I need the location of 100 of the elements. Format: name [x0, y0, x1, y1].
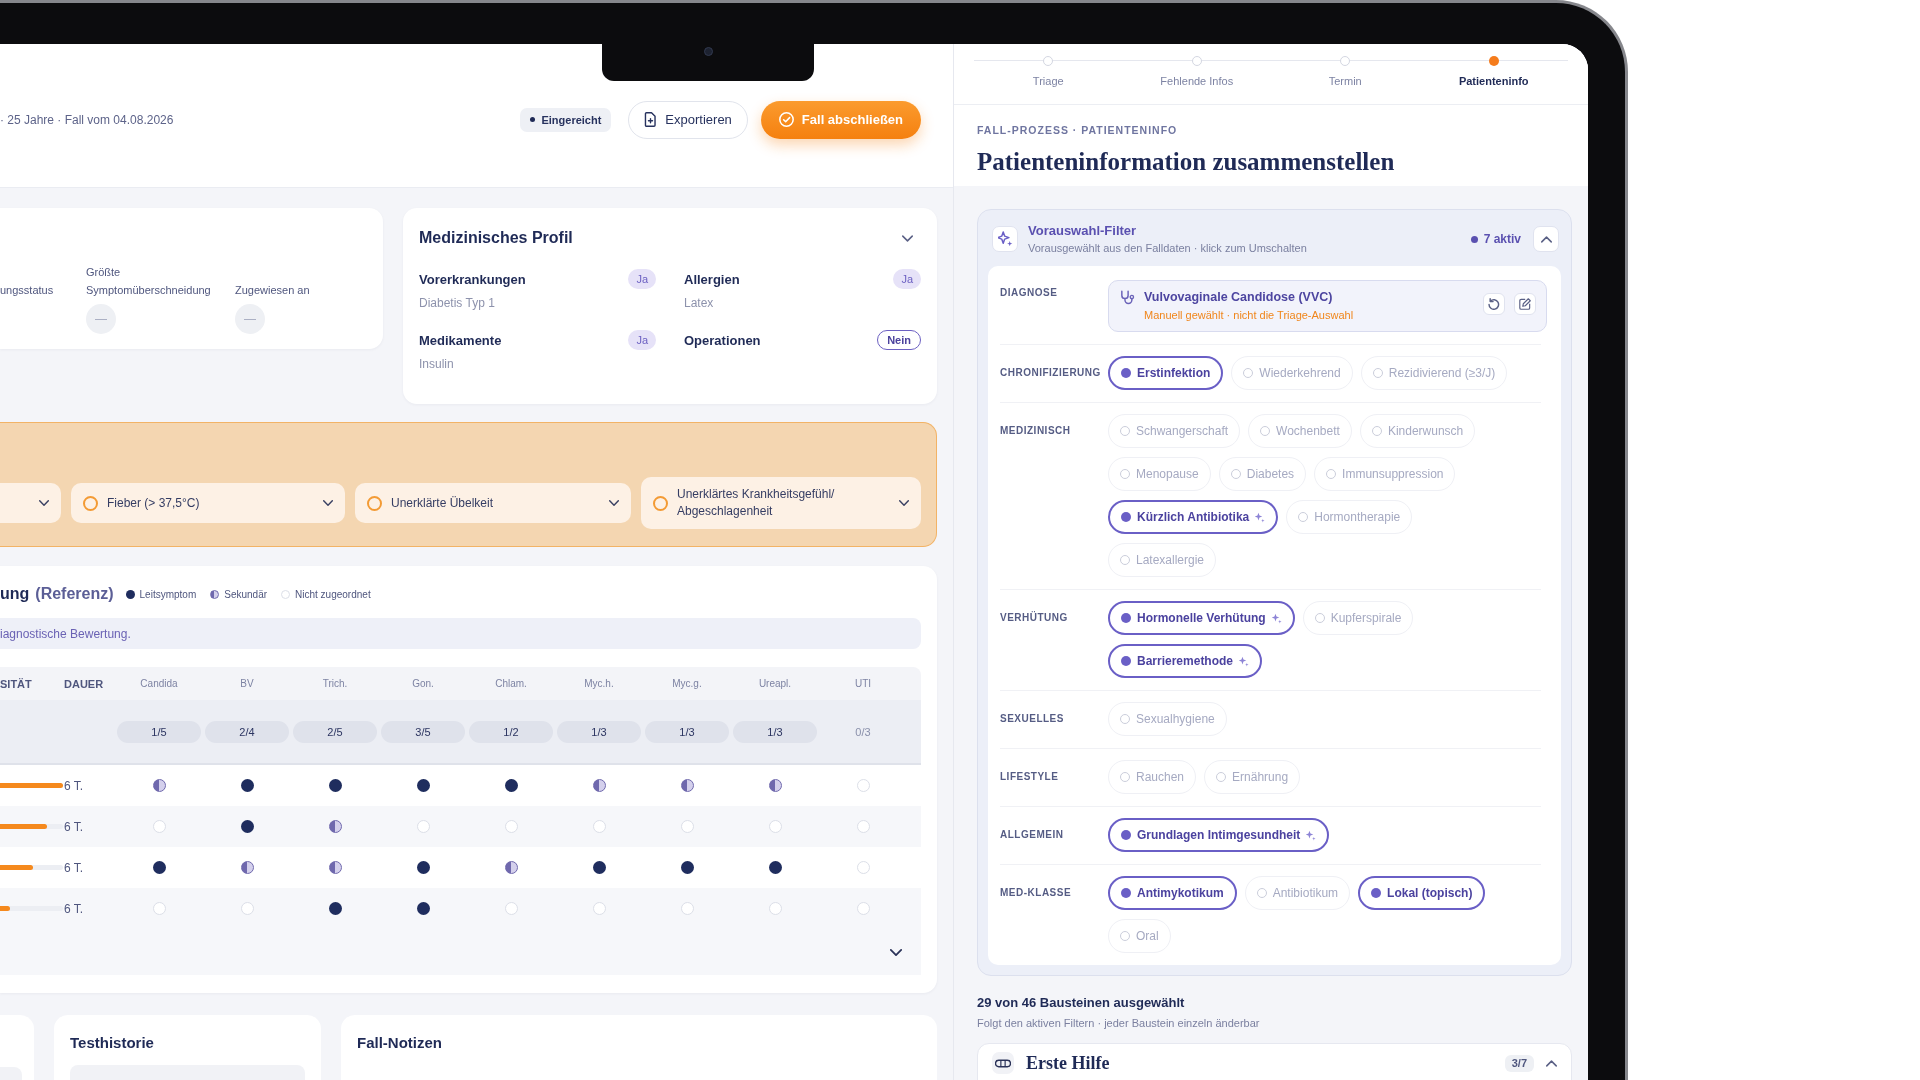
step-tab[interactable]: Triage — [1032, 44, 1064, 104]
step-tab[interactable]: Termin — [1328, 44, 1362, 104]
empty-circle-icon — [416, 820, 430, 833]
symptom-dropdown[interactable]: Fieber (> 37,5°C) — [71, 483, 345, 523]
step-tab[interactable]: Patienteninfo — [1458, 44, 1529, 104]
column-header: Chlam. — [495, 678, 527, 689]
half-dot-icon — [504, 861, 518, 874]
filter-chip[interactable]: Oral — [1108, 919, 1171, 953]
column-header: Myc.g. — [672, 678, 702, 689]
half-dot-icon — [328, 861, 342, 874]
empty-circle-icon — [856, 861, 870, 874]
score-pill: 1/3 — [557, 720, 641, 743]
filter-chip[interactable]: Hormonelle Verhütung — [1108, 601, 1295, 635]
symptom-dropdown[interactable]: Unerklärte Übelkeit — [355, 483, 631, 523]
filter-chip[interactable]: Lokal (topisch) — [1358, 876, 1486, 910]
step-dot-icon — [1340, 56, 1351, 66]
filter-chip[interactable]: Kupferspirale — [1302, 601, 1414, 635]
step-dot-icon — [1191, 56, 1202, 66]
filter-chip[interactable]: Immunsuppression — [1314, 457, 1456, 491]
empty-circle-icon — [856, 779, 870, 792]
section-title: Erste Hilfe — [1026, 1052, 1111, 1072]
filter-chip[interactable]: Kinderwunsch — [1359, 414, 1476, 448]
step-tab[interactable]: Fehlende Infos — [1160, 44, 1234, 104]
filter-chip[interactable]: Latexallergie — [1108, 543, 1217, 577]
empty-circle-icon — [152, 820, 166, 833]
half-dot-icon — [328, 820, 342, 833]
filled-dot-icon — [125, 589, 135, 599]
field-label: Allergien — [684, 271, 740, 287]
radio-dot-icon — [1371, 888, 1382, 898]
radio-dot-icon — [1121, 656, 1131, 666]
filter-chip[interactable]: Schwangerschaft — [1108, 414, 1241, 448]
empty-circle-icon — [504, 820, 518, 833]
value-chip: — — [86, 304, 116, 334]
filled-dot-icon — [416, 779, 430, 792]
filter-chip[interactable]: Barrieremethode — [1108, 644, 1263, 678]
score-pill: 2/4 — [205, 720, 289, 743]
filter-chip[interactable]: Wiederkehrend — [1231, 356, 1353, 390]
filter-chip[interactable]: Menopause — [1108, 457, 1211, 491]
column-header: Trich. — [322, 678, 348, 689]
filter-chip[interactable]: Antimykotikum — [1108, 876, 1237, 910]
column-header: SITÄT — [0, 677, 32, 690]
half-dot-icon — [240, 861, 254, 874]
filter-chip[interactable]: Rezidivierend (≥3/J) — [1360, 356, 1508, 390]
field-label: Vorerkrankungen — [419, 271, 526, 287]
column-header: BV — [240, 678, 254, 689]
empty-circle-icon — [856, 902, 870, 915]
filled-dot-icon — [328, 779, 342, 792]
radio-dot-icon — [1121, 888, 1131, 898]
empty-circle-icon — [680, 820, 694, 833]
chevron-down-icon — [609, 500, 619, 506]
active-count: 7 aktiv — [1483, 232, 1521, 246]
chevron-down-icon — [899, 500, 909, 506]
column-header: Myc.h. — [584, 678, 614, 689]
half-dot-icon — [210, 589, 220, 599]
field-value: Diabetis Typ 1 — [419, 295, 496, 312]
edit-button[interactable] — [1514, 293, 1536, 315]
filter-chip[interactable]: Sexualhygiene — [1108, 702, 1227, 736]
duration-cell-text: 6 T. — [64, 778, 85, 793]
filled-dot-icon — [416, 902, 430, 915]
export-button[interactable]: Exportieren — [628, 100, 748, 139]
half-dot-icon — [152, 779, 166, 792]
filter-chip[interactable]: Ernährung — [1204, 760, 1301, 794]
symptom-dropdown[interactable]: Unerklärtes Krankheitsgefühl/ Abgeschlagenheit — [641, 477, 921, 529]
filled-dot-icon — [768, 861, 782, 874]
half-dot-icon — [768, 779, 782, 792]
filter-chip[interactable]: Rauchen — [1108, 760, 1197, 794]
filter-chip[interactable]: Hormontherapie — [1286, 500, 1413, 534]
card-title: ung — [0, 585, 30, 603]
collapse-button[interactable] — [1533, 226, 1559, 252]
finish-case-button[interactable]: Fall abschließen — [760, 100, 921, 139]
answer-badge: Ja — [628, 330, 656, 350]
score-pill: 1/2 — [469, 720, 553, 743]
sparkle-icon — [992, 226, 1018, 252]
chevron-down-icon[interactable] — [902, 234, 913, 242]
answer-badge: Nein — [877, 330, 921, 350]
filter-chip[interactable]: Kürzlich Antibiotika — [1108, 500, 1279, 534]
empty-circle-icon — [680, 902, 694, 915]
empty-circle-icon — [240, 902, 254, 915]
status-label: Eingereicht — [541, 113, 602, 126]
filter-chip[interactable]: Grundlagen Intimgesundheit — [1108, 818, 1330, 852]
chevron-down-icon[interactable] — [890, 948, 902, 956]
chevron-up-icon — [1540, 235, 1552, 243]
chevron-up-icon[interactable] — [1546, 1060, 1557, 1067]
empty-circle-icon — [152, 902, 166, 915]
empty-circle-icon — [856, 820, 870, 833]
filter-chip[interactable]: Wochenbett — [1248, 414, 1352, 448]
section-label: LIFESTYLE — [1000, 770, 1060, 784]
reset-button[interactable] — [1483, 293, 1505, 315]
filter-chip[interactable]: Diabetes — [1218, 457, 1307, 491]
section-label: DIAGNOSE — [1000, 286, 1059, 300]
filter-chip[interactable]: Antibiotikum — [1244, 876, 1351, 910]
empty-circle-icon — [592, 820, 606, 833]
answer-badge: Ja — [628, 269, 656, 289]
value-chip: — — [235, 304, 265, 334]
radio-dot-icon — [1121, 368, 1131, 378]
document-icon — [644, 112, 658, 127]
empty-circle-icon — [768, 902, 782, 915]
column-header: Ureapl. — [758, 678, 792, 689]
filter-chip[interactable]: Erstinfektion — [1108, 356, 1224, 390]
duration-cell-text: 6 T. — [64, 860, 85, 875]
